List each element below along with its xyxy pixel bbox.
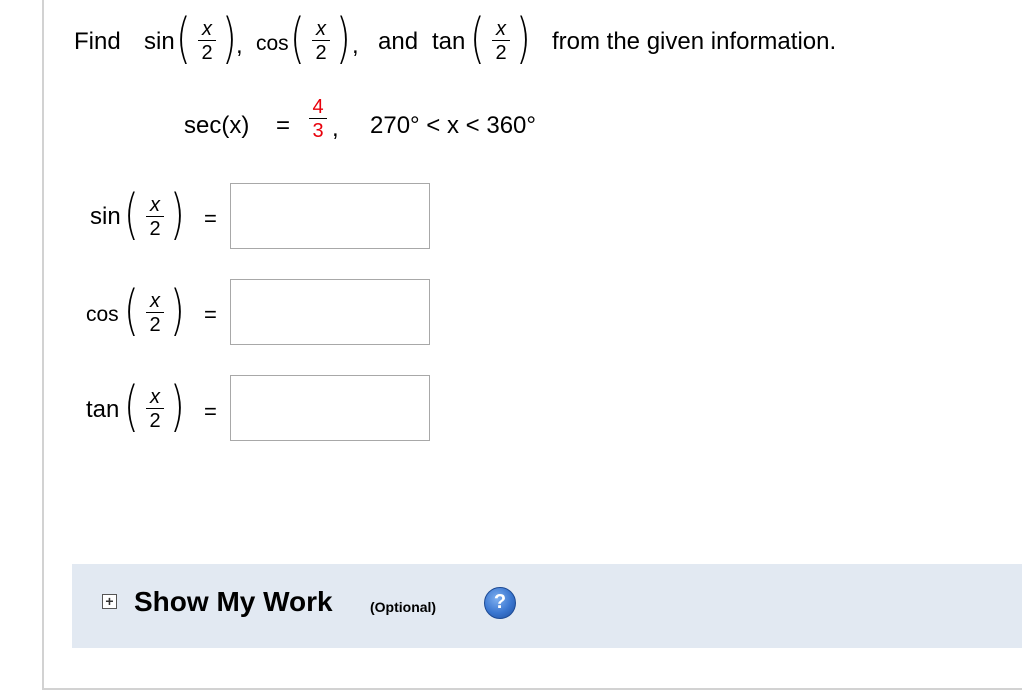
fraction-denominator: 2 [315,42,327,64]
fraction-denominator: 2 [149,314,161,336]
question-tail: from the given information. [552,28,837,55]
left-paren: ( [124,183,139,246]
and-word: and [378,28,419,55]
cos-function-label: cos [256,32,289,55]
sin-function-label: sin [90,203,121,230]
comma: , [352,32,359,59]
left-paren: ( [470,7,485,70]
sin-function-label: sin [144,28,175,55]
fraction-numerator: x [202,18,212,40]
left-paren: ( [124,375,139,438]
fraction-denominator: 2 [149,410,161,432]
plus-box-icon[interactable]: + [102,594,117,609]
equals-sign: = [204,399,217,424]
cos-function-label: cos [86,303,119,326]
right-paren: ) [170,279,185,342]
fraction-bar [312,40,330,41]
fraction-numerator: x [150,386,160,408]
fraction-numerator: x [316,18,326,40]
optional-note: (Optional) [370,599,437,615]
left-paren: ( [176,7,191,70]
cos-half-answer-input[interactable] [230,279,430,345]
fraction-numerator: x [150,290,160,312]
right-paren: ) [170,183,185,246]
given-range: 270° < x < 360° [370,112,536,139]
fraction-bar [146,408,164,409]
equals-sign: = [204,302,217,327]
left-paren: ( [124,279,139,342]
fraction-bar [146,312,164,313]
show-my-work-label[interactable]: Show My Work [134,588,333,616]
fraction-bar [198,40,216,41]
right-paren: ) [222,7,237,70]
show-my-work-panel: + Show My Work (Optional) ? [72,564,1022,648]
fraction-denominator: 2 [201,42,213,64]
fraction-numerator: x [496,18,506,40]
fraction-denominator: 2 [149,218,161,240]
right-paren: ) [336,7,351,70]
fraction-numerator: x [150,194,160,216]
right-paren: ) [170,375,185,438]
fraction-bar [309,118,327,119]
tan-function-label: tan [432,28,466,55]
comma: , [332,115,339,142]
equals-sign: = [204,206,217,231]
question-circle-icon[interactable]: ? [484,587,516,619]
tan-half-answer-input[interactable] [230,375,430,441]
left-paren: ( [290,7,305,70]
tan-function-label: tan [86,396,120,423]
given-denominator: 3 [312,120,324,142]
given-equals: = [276,112,291,139]
fraction-denominator: 2 [495,42,507,64]
question-intro: Find [74,28,121,55]
comma: , [236,32,243,59]
fraction-bar [146,216,164,217]
fraction-bar [492,40,510,41]
right-paren: ) [516,7,531,70]
sin-half-answer-input[interactable] [230,183,430,249]
given-numerator: 4 [312,96,324,118]
given-lhs: sec(x) [184,112,250,139]
